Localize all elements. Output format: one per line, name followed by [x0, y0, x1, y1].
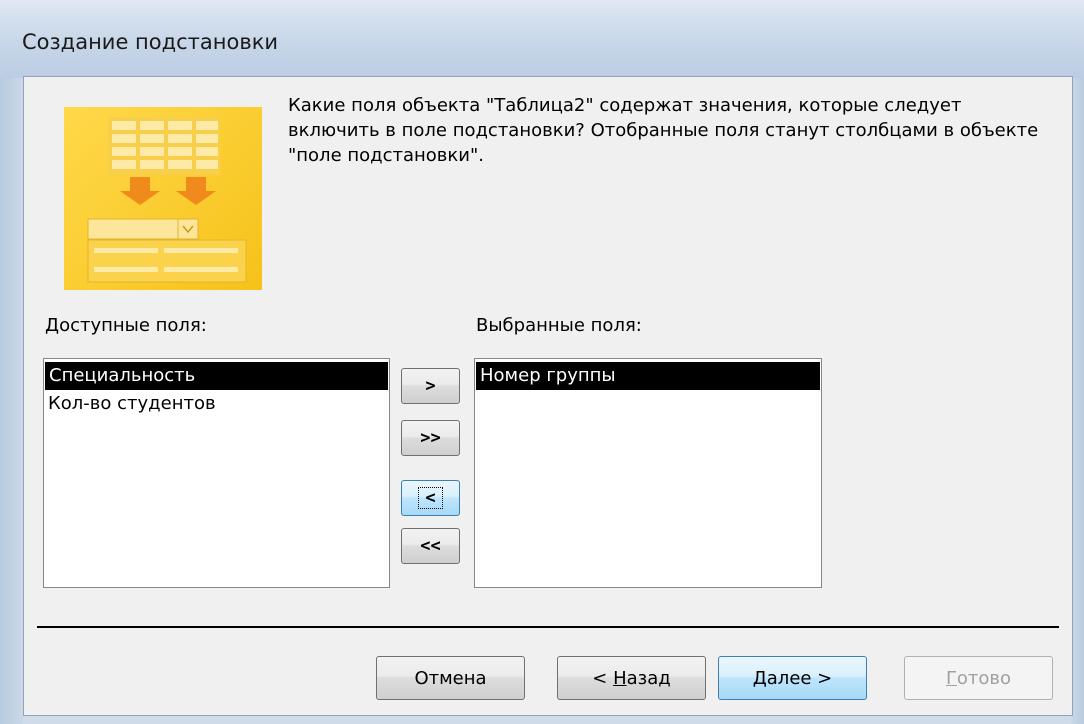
- remove-field-button[interactable]: <: [401, 480, 460, 516]
- selected-fields-label: Выбранные поля:: [476, 315, 642, 336]
- next-label: Далее >: [752, 667, 833, 689]
- cancel-label: Отмена: [414, 667, 487, 689]
- next-button[interactable]: Далее >: [718, 656, 867, 700]
- window-frame-left: [0, 78, 23, 724]
- add-field-label: >: [425, 376, 436, 396]
- back-button[interactable]: < Назад: [557, 656, 706, 700]
- back-label: < Назад: [592, 667, 671, 689]
- available-fields-label: Доступные поля:: [45, 315, 207, 336]
- list-item[interactable]: Кол-во студентов: [44, 390, 389, 418]
- instruction-text: Какие поля объекта "Таблица2" содержат з…: [288, 95, 1039, 166]
- finish-label: Готово: [945, 667, 1012, 689]
- window-title: Создание подстановки: [22, 30, 279, 54]
- list-item[interactable]: Специальность: [45, 362, 388, 390]
- add-all-fields-button[interactable]: >>: [401, 420, 460, 456]
- list-item[interactable]: Номер группы: [476, 362, 820, 390]
- add-all-label: >>: [420, 428, 441, 448]
- cancel-button[interactable]: Отмена: [376, 656, 525, 700]
- separator: [37, 626, 1059, 628]
- lookup-wizard-icon: [64, 107, 262, 290]
- remove-all-label: <<: [420, 536, 441, 556]
- add-field-button[interactable]: >: [401, 368, 460, 404]
- available-fields-list[interactable]: Специальность Кол-во студентов: [43, 358, 390, 588]
- title-bar: Создание подстановки: [0, 0, 1084, 78]
- remove-field-label: <: [418, 487, 443, 509]
- selected-fields-list[interactable]: Номер группы: [474, 358, 822, 588]
- finish-button[interactable]: Готово: [904, 656, 1053, 700]
- remove-all-fields-button[interactable]: <<: [401, 528, 460, 564]
